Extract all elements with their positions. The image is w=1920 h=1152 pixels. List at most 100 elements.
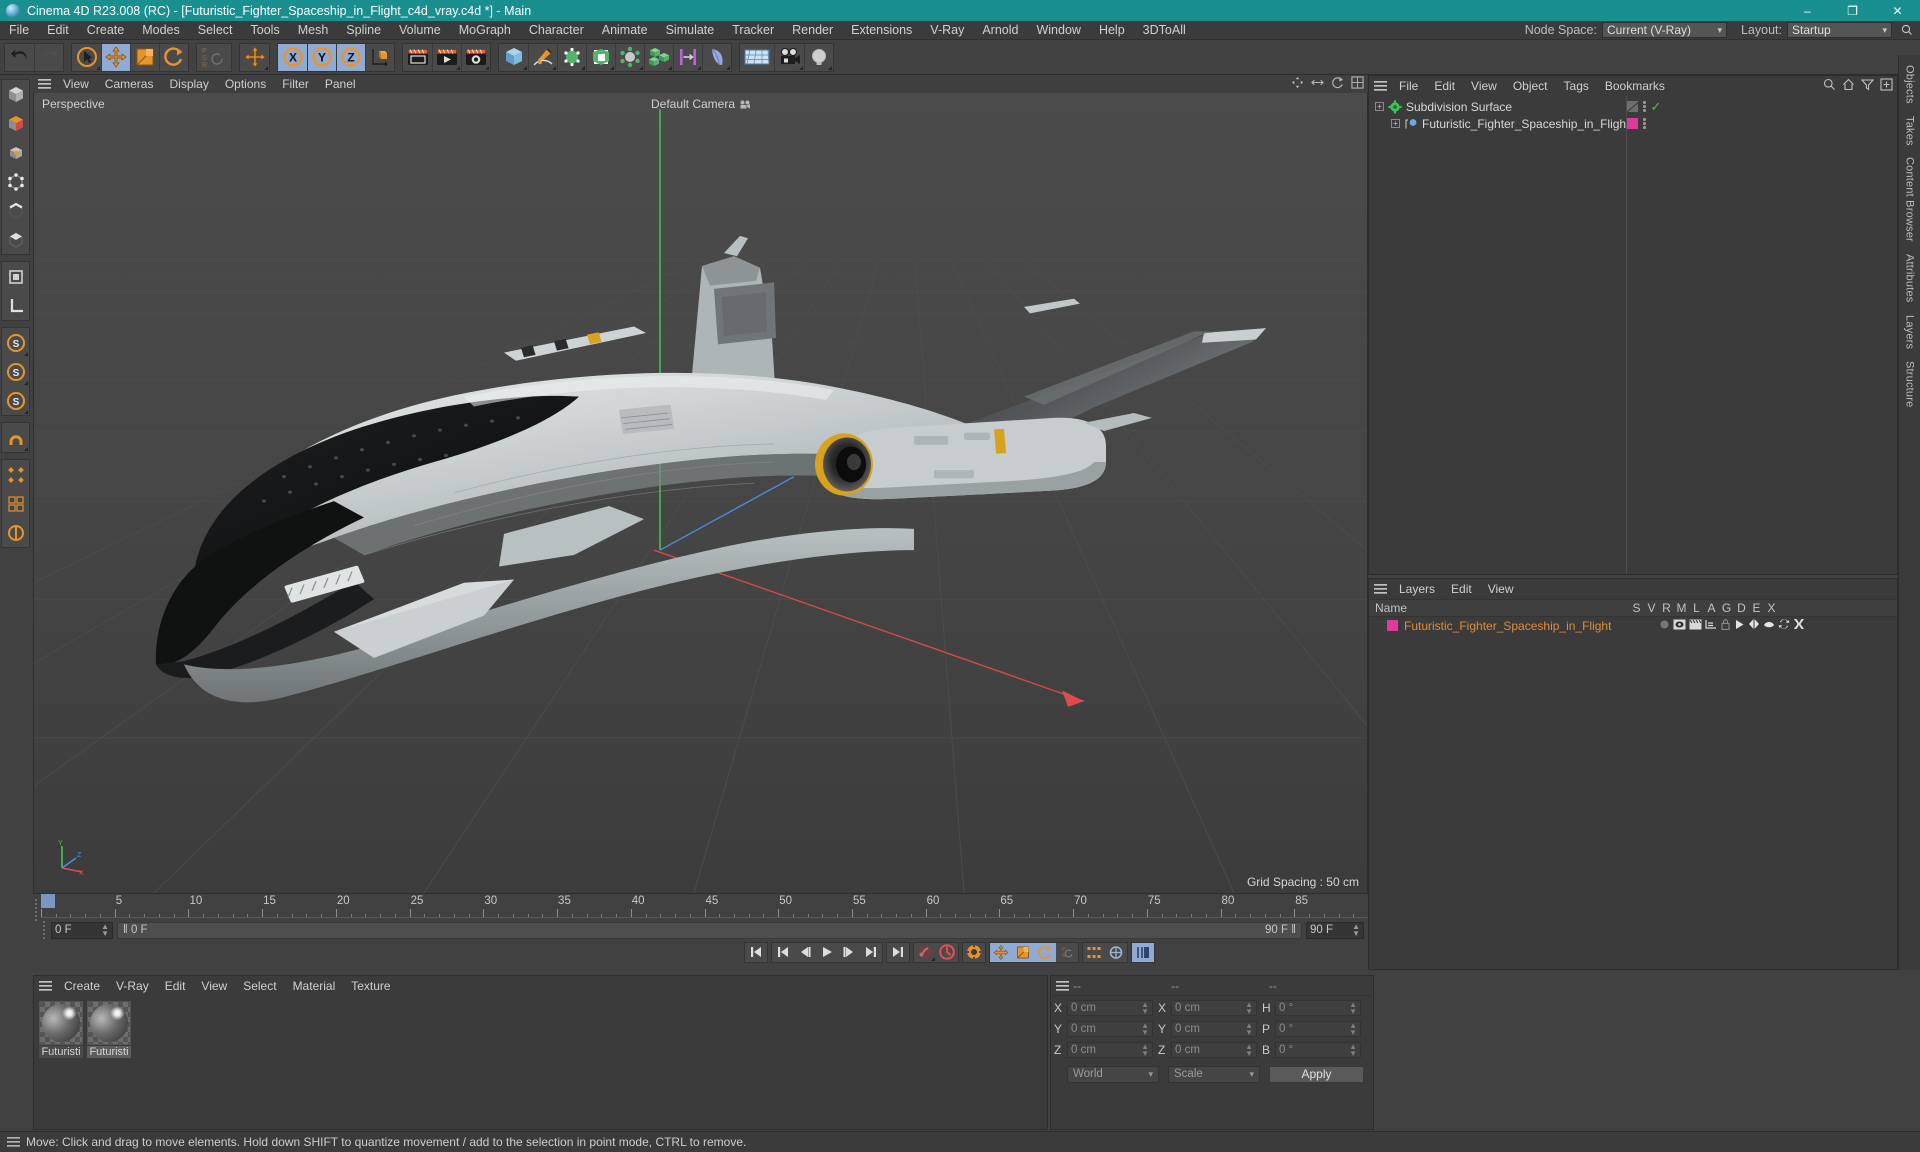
node-space-dropdown[interactable]: Current (V-Ray) ▾	[1601, 22, 1727, 38]
material-menu-create[interactable]: Create	[56, 979, 108, 993]
add-layer-icon[interactable]	[1880, 78, 1893, 94]
menu-item-render[interactable]: Render	[783, 21, 842, 40]
lock-y-button[interactable]: Y	[307, 43, 336, 71]
record-active-objects-button[interactable]	[914, 943, 936, 962]
enable-axis-button[interactable]	[2, 291, 29, 320]
rotation-key-button[interactable]	[1034, 942, 1056, 962]
menu-item-edit[interactable]: Edit	[38, 21, 78, 40]
maximize-button[interactable]: ❐	[1830, 0, 1875, 21]
spinner-icon[interactable]: ▲ ▼	[1141, 1043, 1149, 1058]
psr-button[interactable]: P S R	[197, 44, 231, 71]
expand-toggle-icon[interactable]: +	[1375, 102, 1384, 111]
dock-tab-structure[interactable]: Structure	[1904, 355, 1916, 413]
field-button[interactable]	[702, 43, 731, 71]
workplane-button[interactable]: S	[2, 386, 29, 415]
timeline-playhead[interactable]	[41, 894, 55, 908]
texture-mode-button[interactable]	[2, 109, 29, 138]
material-menu-edit[interactable]: Edit	[157, 979, 194, 993]
deformers-toggle-icon[interactable]	[1763, 618, 1775, 633]
layer-column-l[interactable]: L	[1689, 601, 1704, 615]
generators-toggle-icon[interactable]	[1748, 618, 1760, 633]
size-z-field[interactable]: 0 cm ▲ ▼	[1171, 1042, 1257, 1058]
enable-snap-button[interactable]: S	[2, 328, 29, 357]
hamburger-icon[interactable]	[34, 981, 56, 991]
lock-workplane-button[interactable]	[2, 423, 29, 452]
add-light-button[interactable]	[804, 43, 833, 71]
viewport-canvas[interactable]: Perspective Default Camera Grid Spacing …	[33, 93, 1368, 894]
menu-item-help[interactable]: Help	[1090, 21, 1134, 40]
size-y-field[interactable]: 0 cm ▲ ▼	[1171, 1021, 1257, 1037]
autokeying-button[interactable]	[936, 943, 958, 962]
apply-button[interactable]: Apply	[1269, 1065, 1364, 1083]
dock-tab-attributes[interactable]: Attributes	[1904, 248, 1916, 308]
spinner-icon[interactable]: ▲ ▼	[1245, 1022, 1253, 1037]
undo-button[interactable]	[5, 44, 34, 71]
lock-x-button[interactable]: X	[278, 43, 307, 71]
layer-column-a[interactable]: A	[1704, 601, 1719, 615]
menu-item-window[interactable]: Window	[1027, 21, 1089, 40]
quantize-button[interactable]: S	[2, 357, 29, 386]
layer-column-e[interactable]: E	[1749, 601, 1764, 615]
rotate-tool-button[interactable]	[159, 43, 188, 71]
menu-item-animate[interactable]: Animate	[593, 21, 657, 40]
material-item[interactable]: Futuristi	[87, 1001, 131, 1058]
add-camera-button[interactable]	[774, 43, 804, 71]
xref-toggle-icon[interactable]	[1793, 618, 1805, 633]
display-tag-icon[interactable]	[1627, 101, 1638, 112]
dock-tab-objects[interactable]: Objects	[1904, 59, 1916, 110]
object-menu-tags[interactable]: Tags	[1556, 79, 1597, 93]
previous-key-button[interactable]	[772, 943, 794, 962]
position-y-field[interactable]: 0 cm ▲ ▼	[1067, 1021, 1153, 1037]
layer-tag-icon[interactable]	[1627, 118, 1638, 129]
render-settings-button[interactable]	[461, 43, 490, 71]
menu-item-modes[interactable]: Modes	[133, 21, 189, 40]
object-menu-bookmarks[interactable]: Bookmarks	[1597, 79, 1673, 93]
tag-dots-icon[interactable]	[1643, 101, 1646, 112]
menu-item-spline[interactable]: Spline	[337, 21, 390, 40]
viewport-menu-view[interactable]: View	[55, 77, 97, 91]
nurbs-button[interactable]	[557, 43, 586, 71]
layer-column-g[interactable]: G	[1719, 601, 1734, 615]
redo-button[interactable]	[34, 43, 63, 71]
object-tree-row[interactable]: + Futuristic_Fighter_Spaceship_in_Flight	[1369, 115, 1897, 132]
spinner-icon[interactable]: ▲ ▼	[1349, 1001, 1357, 1016]
close-button[interactable]: ✕	[1875, 0, 1920, 21]
scale-key-button[interactable]	[1012, 942, 1034, 962]
viewport-menu-filter[interactable]: Filter	[274, 77, 317, 91]
hamburger-icon[interactable]	[1051, 980, 1073, 991]
render-toggle-icon[interactable]	[1689, 619, 1702, 633]
expressions-toggle-icon[interactable]	[1778, 618, 1790, 633]
search-icon[interactable]	[1898, 22, 1916, 38]
object-menu-view[interactable]: View	[1463, 79, 1505, 93]
tag-dots-icon[interactable]	[1643, 118, 1646, 129]
hamburger-icon[interactable]	[1369, 584, 1391, 594]
lock-z-button[interactable]: Z	[336, 43, 365, 71]
layer-column-s[interactable]: S	[1629, 601, 1644, 615]
viewport-solo-button[interactable]	[2, 262, 29, 291]
layer-column-x[interactable]: X	[1764, 601, 1779, 615]
material-menu-v-ray[interactable]: V-Ray	[108, 979, 157, 993]
menu-item-create[interactable]: Create	[78, 21, 134, 40]
material-menu-view[interactable]: View	[193, 979, 235, 993]
parameter-key-button[interactable]: PS	[1056, 943, 1078, 962]
rotation-b-field[interactable]: 0 ° ▲ ▼	[1275, 1042, 1361, 1058]
timeline-ruler[interactable]: 051015202530354045505560657075808590	[41, 894, 1382, 920]
object-menu-file[interactable]: File	[1391, 79, 1426, 93]
current-frame-field[interactable]: 0 F ▲ ▼	[51, 921, 113, 939]
animation-toggle-icon[interactable]	[1734, 619, 1745, 633]
menu-item-arnold[interactable]: Arnold	[973, 21, 1027, 40]
material-item[interactable]: Futuristi	[39, 1001, 83, 1058]
viewport-menu-cameras[interactable]: Cameras	[97, 77, 162, 91]
layout-dropdown[interactable]: Startup ▾	[1787, 22, 1892, 38]
rotation-h-field[interactable]: 0 ° ▲ ▼	[1275, 1000, 1361, 1016]
position-z-field[interactable]: 0 cm ▲ ▼	[1067, 1042, 1153, 1058]
world-move-button[interactable]	[240, 44, 269, 71]
menu-item-simulate[interactable]: Simulate	[657, 21, 724, 40]
uv-points-button[interactable]	[2, 460, 29, 489]
spinner-icon[interactable]: ▲ ▼	[1245, 1001, 1253, 1016]
zoom-view-icon[interactable]	[1311, 76, 1324, 92]
material-menu-select[interactable]: Select	[235, 979, 284, 993]
dynamics-button[interactable]	[1105, 943, 1127, 962]
uv-edges-button[interactable]	[2, 518, 29, 547]
layer-color-swatch[interactable]	[1387, 620, 1398, 631]
